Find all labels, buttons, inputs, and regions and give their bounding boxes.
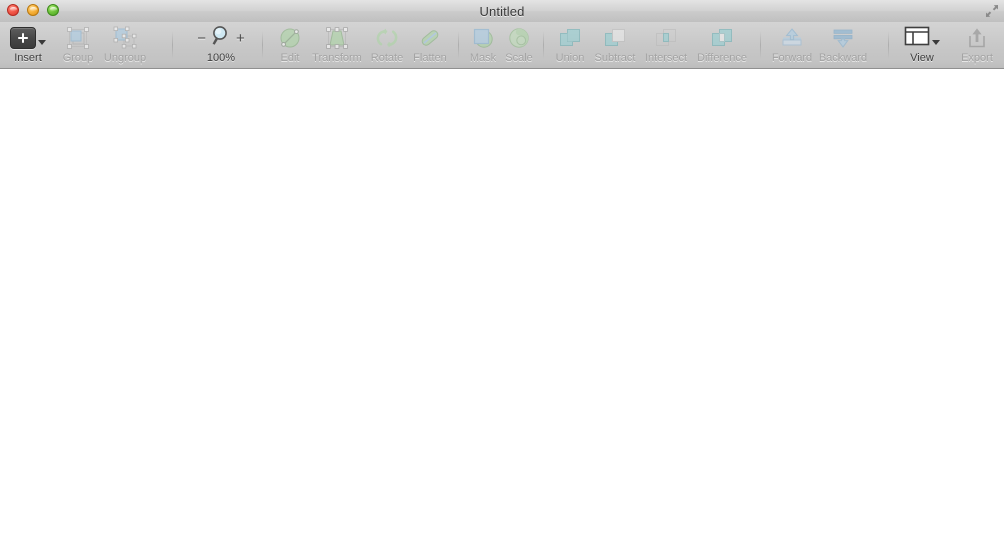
toolbar-separator-6 [888, 31, 889, 59]
toolbar-separator-3 [458, 31, 459, 59]
fullscreen-button[interactable] [985, 4, 999, 18]
chevron-down-icon [38, 39, 46, 45]
toolbar-separator-1 [172, 31, 173, 59]
zoom-control[interactable]: − + 100% [186, 22, 256, 68]
flatten-icon [418, 25, 442, 51]
export-icon [965, 25, 989, 51]
toolbar-separator-5 [760, 31, 761, 59]
toolbar-button-subtract[interactable]: Subtract [587, 22, 643, 68]
window-titlebar: Untitled [0, 0, 1004, 22]
ungroup-icon [111, 25, 139, 51]
toolbar-label-view: View [910, 52, 934, 64]
mask-icon [471, 25, 495, 51]
toolbar-button-backward[interactable]: Backward [812, 22, 874, 68]
toolbar-label-insert: Insert [14, 52, 42, 64]
view-panel-icon [904, 25, 930, 52]
plus-icon [10, 25, 46, 51]
magnifier-icon[interactable] [211, 25, 231, 51]
window-title: Untitled [479, 3, 525, 19]
intersect-icon [653, 25, 679, 51]
zoom-level-label: 100% [206, 52, 236, 64]
minimize-button[interactable] [27, 4, 39, 16]
toolbar-button-transform[interactable]: Transform [306, 22, 368, 68]
close-button[interactable] [7, 4, 19, 16]
window-controls [7, 4, 59, 16]
maximize-button[interactable] [47, 4, 59, 16]
toolbar-button-forward[interactable]: Forward [765, 22, 819, 68]
toolbar-button-insert[interactable]: Insert [6, 22, 50, 68]
toolbar-button-scale[interactable]: Scale [498, 22, 540, 68]
toolbar-label-mask: Mask [469, 52, 497, 64]
toolbar-label-export: Export [961, 52, 993, 64]
toolbar-button-edit[interactable]: Edit [269, 22, 311, 68]
toolbar-label-intersect: Intersect [644, 52, 688, 64]
toolbar-label-union: Union [555, 52, 585, 64]
subtract-icon [602, 25, 628, 51]
scale-icon [507, 25, 531, 51]
union-icon [557, 25, 583, 51]
document-canvas[interactable] [0, 69, 1004, 558]
bring-forward-icon [780, 25, 804, 51]
toolbar-separator-4 [543, 31, 544, 59]
toolbar-label-forward: Forward [771, 52, 813, 64]
toolbar-label-backward: Backward [818, 52, 868, 64]
zoom-in-button[interactable]: + [236, 31, 245, 46]
toolbar-button-view[interactable]: View [896, 22, 948, 68]
toolbar-separator-2 [262, 31, 263, 59]
toolbar-button-flatten[interactable]: Flatten [405, 22, 455, 68]
toolbar-button-difference[interactable]: Difference [688, 22, 756, 68]
toolbar-button-export[interactable]: Export [952, 22, 1002, 68]
toolbar-button-group[interactable]: Group [56, 22, 100, 68]
toolbar-label-rotate: Rotate [370, 52, 404, 64]
send-backward-icon [831, 25, 855, 51]
transform-icon [325, 25, 349, 51]
group-icon [65, 25, 91, 51]
rotate-icon [375, 25, 399, 51]
toolbar-label-flatten: Flatten [413, 52, 447, 64]
toolbar-label-difference: Difference [697, 52, 747, 64]
zoom-out-button[interactable]: − [197, 31, 206, 46]
toolbar-label-subtract: Subtract [594, 52, 636, 64]
chevron-down-icon [932, 39, 940, 45]
edit-path-icon [278, 25, 302, 51]
toolbar-label-group: Group [62, 52, 94, 64]
toolbar-button-intersect[interactable]: Intersect [637, 22, 695, 68]
difference-icon [709, 25, 735, 51]
toolbar-button-ungroup[interactable]: Ungroup [100, 22, 150, 68]
toolbar-label-scale: Scale [505, 52, 533, 64]
main-toolbar: Insert Group Ungroup − + 100% Edit Trans… [0, 22, 1004, 69]
toolbar-button-rotate[interactable]: Rotate [363, 22, 411, 68]
toolbar-label-edit: Edit [280, 52, 300, 64]
toolbar-label-transform: Transform [312, 52, 362, 64]
app-window: Untitled Insert Group Ungroup − + 100% E… [0, 0, 1004, 558]
toolbar-label-ungroup: Ungroup [103, 52, 147, 64]
